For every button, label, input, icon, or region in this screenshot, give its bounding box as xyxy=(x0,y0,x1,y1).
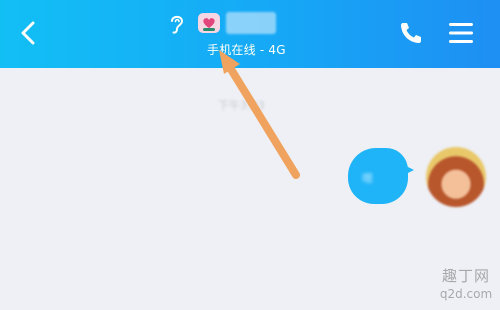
phone-icon xyxy=(401,23,421,43)
pet-badge-icon xyxy=(198,13,220,33)
avatar[interactable] xyxy=(426,147,486,207)
back-button[interactable] xyxy=(10,14,50,52)
message-bubble-tail xyxy=(402,164,414,176)
chevron-left-icon xyxy=(21,21,35,45)
chat-header: 手机在线 - 4G xyxy=(0,0,500,68)
message-text: 嗯 xyxy=(362,172,373,184)
call-button[interactable] xyxy=(396,18,426,48)
message-time-label: 下午3:23 xyxy=(218,99,265,112)
watermark: 趣丁网 q2d.com xyxy=(432,266,500,310)
watermark-title: 趣丁网 xyxy=(441,267,490,285)
online-status-label: 手机在线 - 4G xyxy=(207,43,286,57)
ear-icon xyxy=(171,15,184,34)
contact-name-blurred xyxy=(226,12,276,34)
hamburger-menu-icon xyxy=(449,23,473,43)
watermark-url: q2d.com xyxy=(439,287,493,301)
menu-button[interactable] xyxy=(446,18,476,48)
